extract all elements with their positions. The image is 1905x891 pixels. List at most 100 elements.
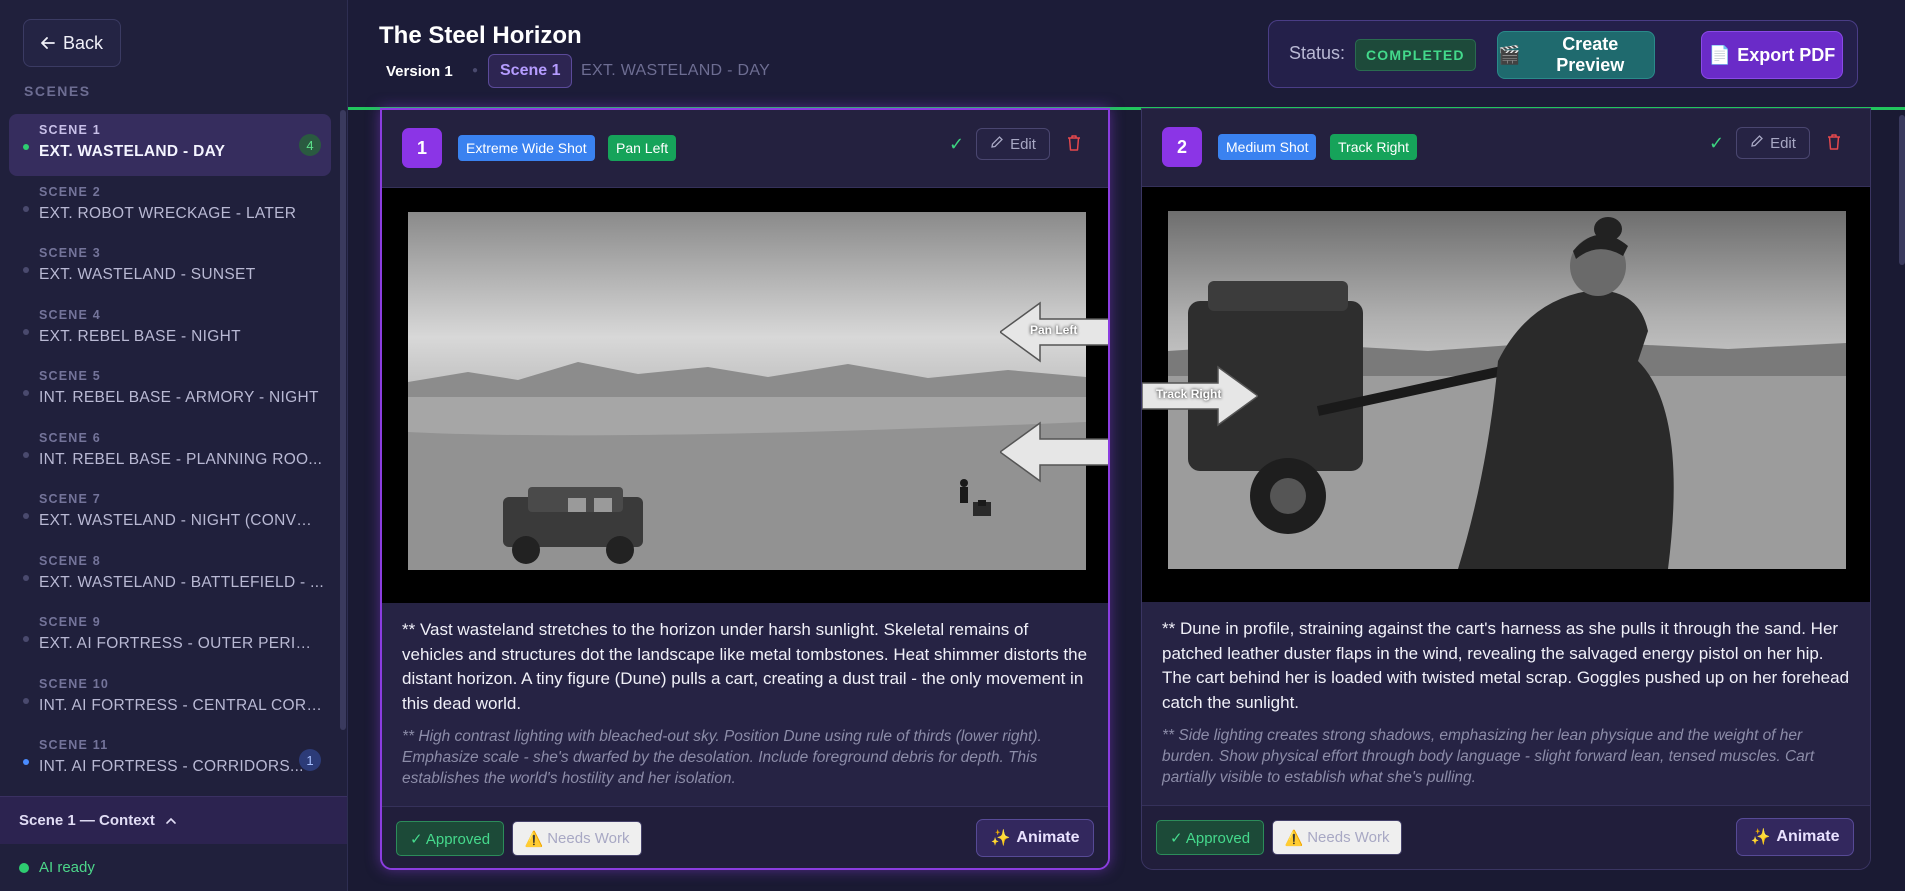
scene-number: SCENE 4 [39,307,101,322]
scene-number: SCENE 10 [39,676,110,691]
shot-count-badge: 1 [299,749,321,771]
scene-item-6[interactable]: SCENE 6 INT. REBEL BASE - PLANNING ROO..… [9,422,331,484]
main-scrollbar[interactable] [1899,115,1905,265]
version-tab[interactable]: Version 1 [373,57,466,86]
status-label: Status: [1289,43,1346,63]
scene-item-8[interactable]: SCENE 8 EXT. WASTELAND - BATTLEFIELD - .… [9,545,331,607]
animate-button[interactable]: ✨ Animate [976,819,1094,857]
scene-item-1[interactable]: SCENE 1 EXT. WASTELAND - DAY 4 [9,114,331,176]
shot-card-2[interactable]: 2 Medium Shot Track Right ✓ Edit Track R… [1141,108,1871,870]
scene-status-dot [23,144,29,150]
scene-status-dot [23,390,29,396]
shot-image [408,212,1086,570]
create-preview-label: Create Preview [1556,34,1625,75]
shot-card-footer: ✓ Approved ⚠️ Needs Work ✨ Animate [382,806,1108,868]
shot-count-badge: 4 [299,134,321,156]
shot-card-footer: ✓ Approved ⚠️ Needs Work ✨ Animate [1142,805,1870,869]
scene-number: SCENE 7 [39,492,101,506]
shot-direction-notes: ** Side lighting creates strong shadows,… [1162,727,1815,786]
scene-name: EXT. REBEL BASE - NIGHT [39,327,241,345]
scene-item-10[interactable]: SCENE 10 INT. AI FORTRESS - CENTRAL CORE… [9,668,331,730]
create-preview-button[interactable]: 🎬 Create Preview [1497,31,1655,79]
scene-item-3[interactable]: SCENE 3 EXT. WASTELAND - SUNSET [9,237,331,299]
scene-status-dot [23,759,29,765]
scene-item-2[interactable]: SCENE 2 EXT. ROBOT WRECKAGE - LATER [9,176,331,238]
scene-number: SCENE 11 [39,738,109,752]
shot-type-tag: Extreme Wide Shot [458,135,595,161]
scene-number: SCENE 9 [39,615,101,629]
scene-status-dot [23,574,29,581]
scene-item-5[interactable]: SCENE 5 INT. REBEL BASE - ARMORY - NIGHT [9,360,331,422]
animate-button[interactable]: ✨ Animate [1736,818,1854,856]
shot-image-frame: Pan Left [382,188,1108,603]
scene-status-dot [23,267,29,273]
needs-work-label: Needs Work [1307,829,1390,846]
back-label: Back [62,32,104,53]
scenes-section-label: SCENES [24,83,91,99]
scene-number: SCENE 2 [39,184,101,199]
ai-status: AI ready [19,859,95,876]
shot-direction-notes: ** High contrast lighting with bleached-… [402,728,1042,787]
scene-name: EXT. WASTELAND - BATTLEFIELD - ... [39,573,324,591]
warning-icon: ⚠️ [524,830,544,848]
chevron-up-icon [165,812,177,829]
export-pdf-button[interactable]: 📄 Export PDF [1701,31,1843,79]
sparkles-icon: ✨ [990,830,1011,847]
scene-number: SCENE 1 [39,123,101,137]
check-icon[interactable]: ✓ [949,134,964,155]
sidebar-scrollbar[interactable] [340,110,346,730]
scene-status-dot [23,328,29,335]
scene-status-dot [23,636,29,642]
scene-name: EXT. WASTELAND - NIGHT (CONVOY) [39,512,324,529]
scene-status-dot [23,451,29,458]
scene-name: EXT. WASTELAND - SUNSET [39,266,256,283]
scene-item-7[interactable]: SCENE 7 EXT. WASTELAND - NIGHT (CONVOY) [9,483,331,545]
current-scene-pill[interactable]: Scene 1 [488,54,573,88]
trash-icon[interactable] [1066,134,1082,152]
camera-move-overlay: Track Right [1156,387,1222,401]
ai-status-label: AI ready [39,859,95,876]
separator-dot: ● [472,65,479,76]
shot-description: ** Dune in profile, straining against th… [1162,619,1850,712]
edit-label: Edit [1770,134,1796,152]
pan-left-arrow-icon: Pan Left [998,301,1108,368]
pencil-icon [1750,134,1764,152]
shot-number: 1 [402,128,442,168]
scene-context-toggle[interactable]: Scene 1 — Context [0,796,347,844]
shot-card-1[interactable]: 1 Extreme Wide Shot Pan Left ✓ Edit Pan … [380,108,1110,870]
edit-button[interactable]: Edit [976,128,1050,160]
scene-name: INT. REBEL BASE - PLANNING ROO... [39,450,323,468]
scene-sidebar: Back SCENES SCENE 1 EXT. WASTELAND - DAY… [0,0,348,891]
camera-move-overlay: Pan Left [1030,323,1078,337]
scene-number: SCENE 6 [39,430,101,445]
scene-name: EXT. WASTELAND - DAY [39,143,226,160]
trash-icon[interactable] [1826,133,1842,151]
status-dot-icon [19,862,29,873]
clapperboard-icon: 🎬 [1498,44,1521,65]
shot-number: 2 [1162,127,1202,167]
back-button[interactable]: Back [23,19,121,67]
scene-name: EXT. AI FORTRESS - OUTER PERIME... [39,635,324,652]
approved-button[interactable]: ✓ Approved [1156,820,1264,855]
camera-move-tag: Pan Left [608,135,677,161]
track-right-arrow-icon: Track Right [1142,365,1260,432]
status-badge: COMPLETED [1355,39,1476,71]
scene-status-dot [23,513,29,519]
scene-item-11[interactable]: SCENE 11 INT. AI FORTRESS - CORRIDORS...… [9,729,331,784]
scene-status-dot [23,205,29,212]
scene-item-9[interactable]: SCENE 9 EXT. AI FORTRESS - OUTER PERIME.… [9,606,331,668]
needs-work-button[interactable]: ⚠️ Needs Work [1272,820,1402,855]
scene-item-4[interactable]: SCENE 4 EXT. REBEL BASE - NIGHT [9,299,331,361]
animate-label: Animate [1016,829,1080,846]
scene-name: EXT. ROBOT WRECKAGE - LATER [39,204,297,222]
scene-number: SCENE 3 [39,246,101,260]
warning-icon: ⚠️ [1284,829,1304,847]
shot-type-tag: Medium Shot [1218,134,1317,160]
pan-left-arrow-icon [998,421,1108,488]
needs-work-button[interactable]: ⚠️ Needs Work [512,821,642,856]
document-icon: 📄 [1708,44,1732,65]
approved-button[interactable]: ✓ Approved [396,821,504,856]
check-icon[interactable]: ✓ [1709,133,1724,154]
edit-button[interactable]: Edit [1736,127,1810,159]
shot-card-header: 2 Medium Shot Track Right ✓ Edit [1142,109,1870,187]
